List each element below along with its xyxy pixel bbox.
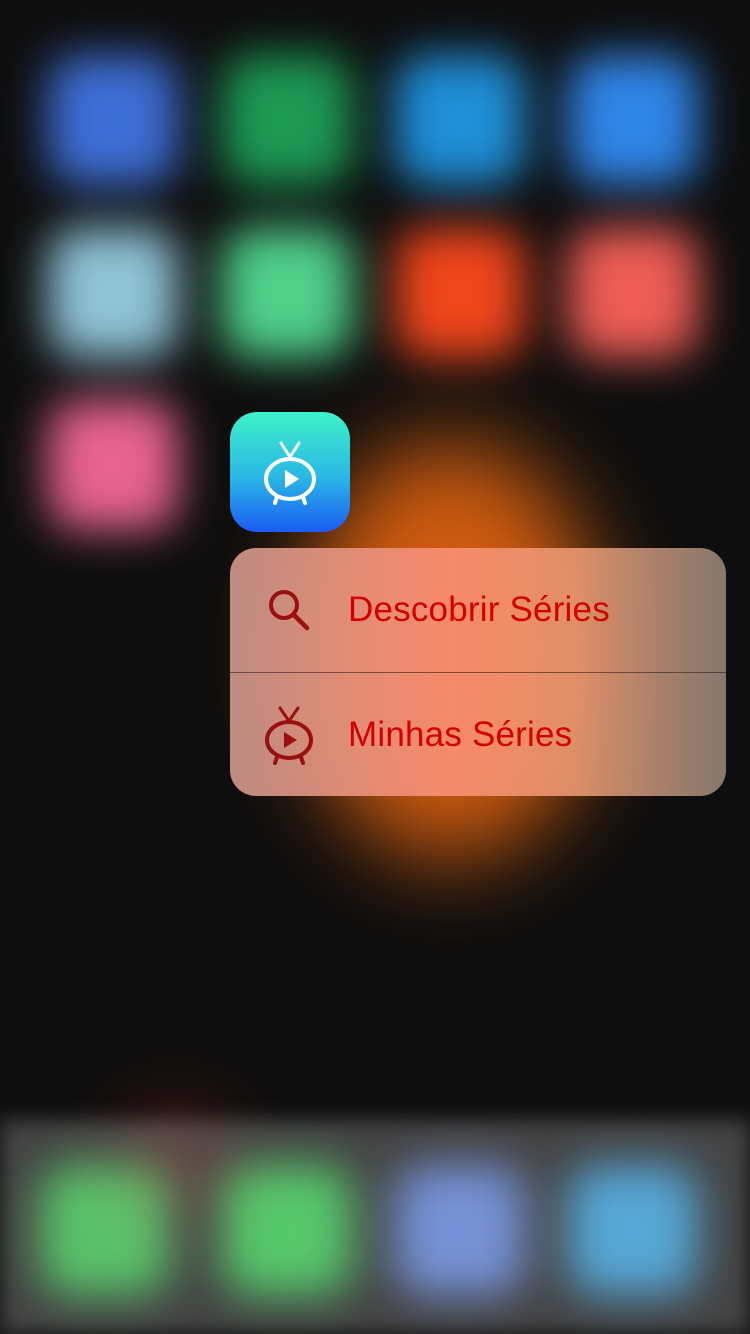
quick-action-label: Minhas Séries — [348, 714, 573, 754]
blurred-app-icon — [395, 55, 525, 185]
blurred-app-icon — [48, 228, 178, 358]
blurred-app-icon — [568, 55, 698, 185]
quick-action-discover[interactable]: Descobrir Séries — [230, 548, 726, 672]
dock-background — [0, 1120, 750, 1334]
blurred-app-icon — [48, 400, 178, 530]
home-screen: Descobrir Séries Minhas Séries — [0, 0, 750, 1334]
blurred-app-icon — [222, 228, 352, 358]
quick-actions-menu: Descobrir Séries Minhas Séries — [230, 548, 726, 796]
blurred-app-icon — [222, 55, 352, 185]
tv-play-icon — [264, 441, 316, 505]
blurred-app-icon — [395, 228, 525, 358]
tv-play-icon — [230, 705, 348, 765]
app-icon[interactable] — [230, 412, 350, 532]
search-icon — [230, 586, 348, 634]
quick-action-label: Descobrir Séries — [348, 590, 610, 629]
blurred-app-icon — [568, 228, 698, 358]
blurred-app-icon — [48, 55, 178, 185]
quick-action-my-series[interactable]: Minhas Séries — [230, 672, 726, 796]
